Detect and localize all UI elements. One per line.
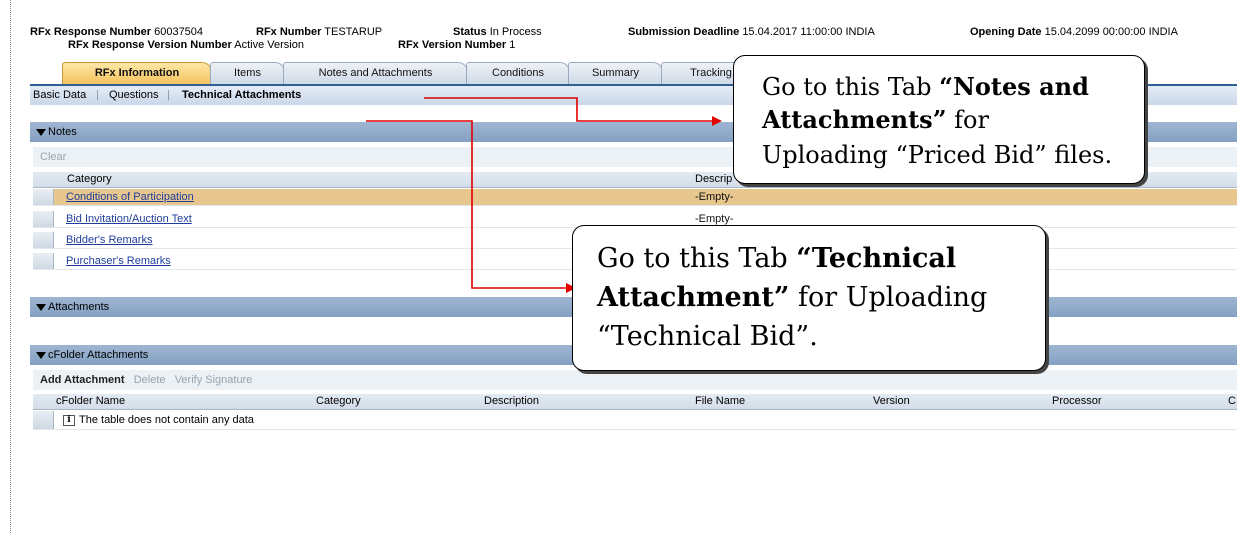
- notes-attachments-callout: Go to this Tab “Notes and Attachments” f…: [733, 55, 1145, 184]
- arrow-to-notes-callout: [424, 97, 722, 126]
- technical-attachment-callout: Go to this Tab “Technical Attachment” fo…: [572, 225, 1046, 371]
- arrow-to-technical-callout: [366, 120, 576, 293]
